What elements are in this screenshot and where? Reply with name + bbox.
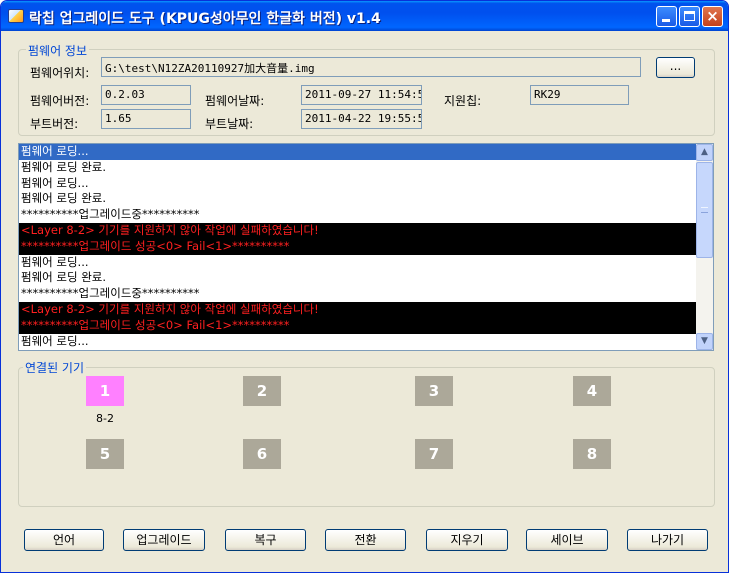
window-title: 락칩 업그레이드 도구 (KPUG성아무인 한글화 버전) v1.4 bbox=[29, 11, 381, 27]
device-slot-1[interactable]: 1 bbox=[86, 376, 124, 406]
boot-version-label: 부트버전: bbox=[30, 117, 79, 131]
log-scrollbar[interactable]: ▲ ▼ bbox=[696, 144, 713, 350]
log-line[interactable]: 펌웨어 로딩 완료. bbox=[19, 270, 697, 286]
support-chip-label: 지원칩: bbox=[444, 94, 482, 108]
browse-button[interactable]: ... bbox=[656, 57, 695, 78]
close-icon: × bbox=[706, 7, 719, 25]
exit-button[interactable]: 나가기 bbox=[627, 529, 708, 551]
close-button[interactable]: × bbox=[702, 6, 723, 27]
boot-date-label: 부트날짜: bbox=[205, 117, 254, 131]
log-line[interactable]: 펌웨어 로딩... bbox=[19, 176, 697, 192]
log-line[interactable]: <Layer 8-2> 기기를 지원하지 않아 작업에 실패하였습니다! bbox=[19, 301, 697, 318]
scroll-thumb[interactable] bbox=[696, 162, 713, 258]
minimize-button[interactable] bbox=[656, 6, 677, 27]
firmware-location-label: 펌웨어위치: bbox=[30, 66, 90, 80]
log-line[interactable]: **********업그레이드 성공<0> Fail<1>********** bbox=[19, 317, 697, 334]
scroll-up-icon[interactable]: ▲ bbox=[696, 144, 713, 161]
title-bar[interactable]: 락칩 업그레이드 도구 (KPUG성아무인 한글화 버전) v1.4 × bbox=[1, 1, 728, 31]
boot-date-field: 2011-04-22 19:55:50 bbox=[301, 109, 422, 129]
log-line[interactable]: 펌웨어 로딩 완료. bbox=[19, 191, 697, 207]
maximize-icon bbox=[684, 11, 695, 21]
boot-version-field: 1.65 bbox=[101, 109, 191, 129]
log-line[interactable]: **********업그레이드중********** bbox=[19, 286, 697, 302]
device-slot-2[interactable]: 2 bbox=[243, 376, 281, 406]
upgrade-button[interactable]: 업그레이드 bbox=[123, 529, 205, 551]
firmware-location-field[interactable]: G:\test\N12ZA20110927加大音量.img bbox=[101, 57, 641, 77]
log-line[interactable]: <Layer 8-2> 기기를 지원하지 않아 작업에 실패하였습니다! bbox=[19, 222, 697, 239]
connected-devices-title: 연결된 기기 bbox=[23, 359, 87, 376]
switch-button[interactable]: 전환 bbox=[325, 529, 406, 551]
log-line[interactable]: **********업그레이드 성공<0> Fail<1>********** bbox=[19, 238, 697, 255]
device-slot-5[interactable]: 5 bbox=[86, 439, 124, 469]
restore-button[interactable]: 복구 bbox=[225, 529, 306, 551]
log-line[interactable]: **********업그레이드중********** bbox=[19, 207, 697, 223]
log-line[interactable]: 펌웨어 로딩... bbox=[19, 144, 697, 160]
firmware-date-field: 2011-09-27 11:54:52 bbox=[301, 85, 422, 105]
device-slot-8[interactable]: 8 bbox=[573, 439, 611, 469]
minimize-icon bbox=[662, 19, 670, 22]
log-listbox[interactable]: 펌웨어 로딩... 펌웨어 로딩 완료. 펌웨어 로딩... 펌웨어 로딩 완료… bbox=[18, 143, 714, 351]
device-slot-7[interactable]: 7 bbox=[415, 439, 453, 469]
maximize-button[interactable] bbox=[679, 6, 700, 27]
log-line[interactable]: 펌웨어 로딩 완료. bbox=[19, 160, 697, 176]
erase-button[interactable]: 지우기 bbox=[426, 529, 508, 551]
log-lines: 펌웨어 로딩... 펌웨어 로딩 완료. 펌웨어 로딩... 펌웨어 로딩 완료… bbox=[19, 144, 697, 349]
firmware-info-title: 펌웨어 정보 bbox=[26, 42, 90, 59]
firmware-version-field: 0.2.03 bbox=[101, 85, 191, 105]
language-button[interactable]: 언어 bbox=[24, 529, 104, 551]
scroll-grip-icon bbox=[701, 207, 708, 213]
app-icon bbox=[8, 9, 24, 23]
device-1-status: 8-2 bbox=[96, 412, 114, 425]
save-button[interactable]: 세이브 bbox=[526, 529, 608, 551]
log-line[interactable]: 펌웨어 로딩... bbox=[19, 334, 697, 350]
device-slot-6[interactable]: 6 bbox=[243, 439, 281, 469]
log-line[interactable]: 펌웨어 로딩... bbox=[19, 255, 697, 271]
firmware-version-label: 펌웨어버전: bbox=[30, 94, 90, 108]
support-chip-field: RK29 bbox=[530, 85, 629, 105]
scroll-down-icon[interactable]: ▼ bbox=[696, 333, 713, 350]
firmware-date-label: 펌웨어날짜: bbox=[205, 94, 265, 108]
device-slot-4[interactable]: 4 bbox=[573, 376, 611, 406]
app-window: 락칩 업그레이드 도구 (KPUG성아무인 한글화 버전) v1.4 × 펌웨어… bbox=[0, 0, 729, 573]
device-slot-3[interactable]: 3 bbox=[415, 376, 453, 406]
